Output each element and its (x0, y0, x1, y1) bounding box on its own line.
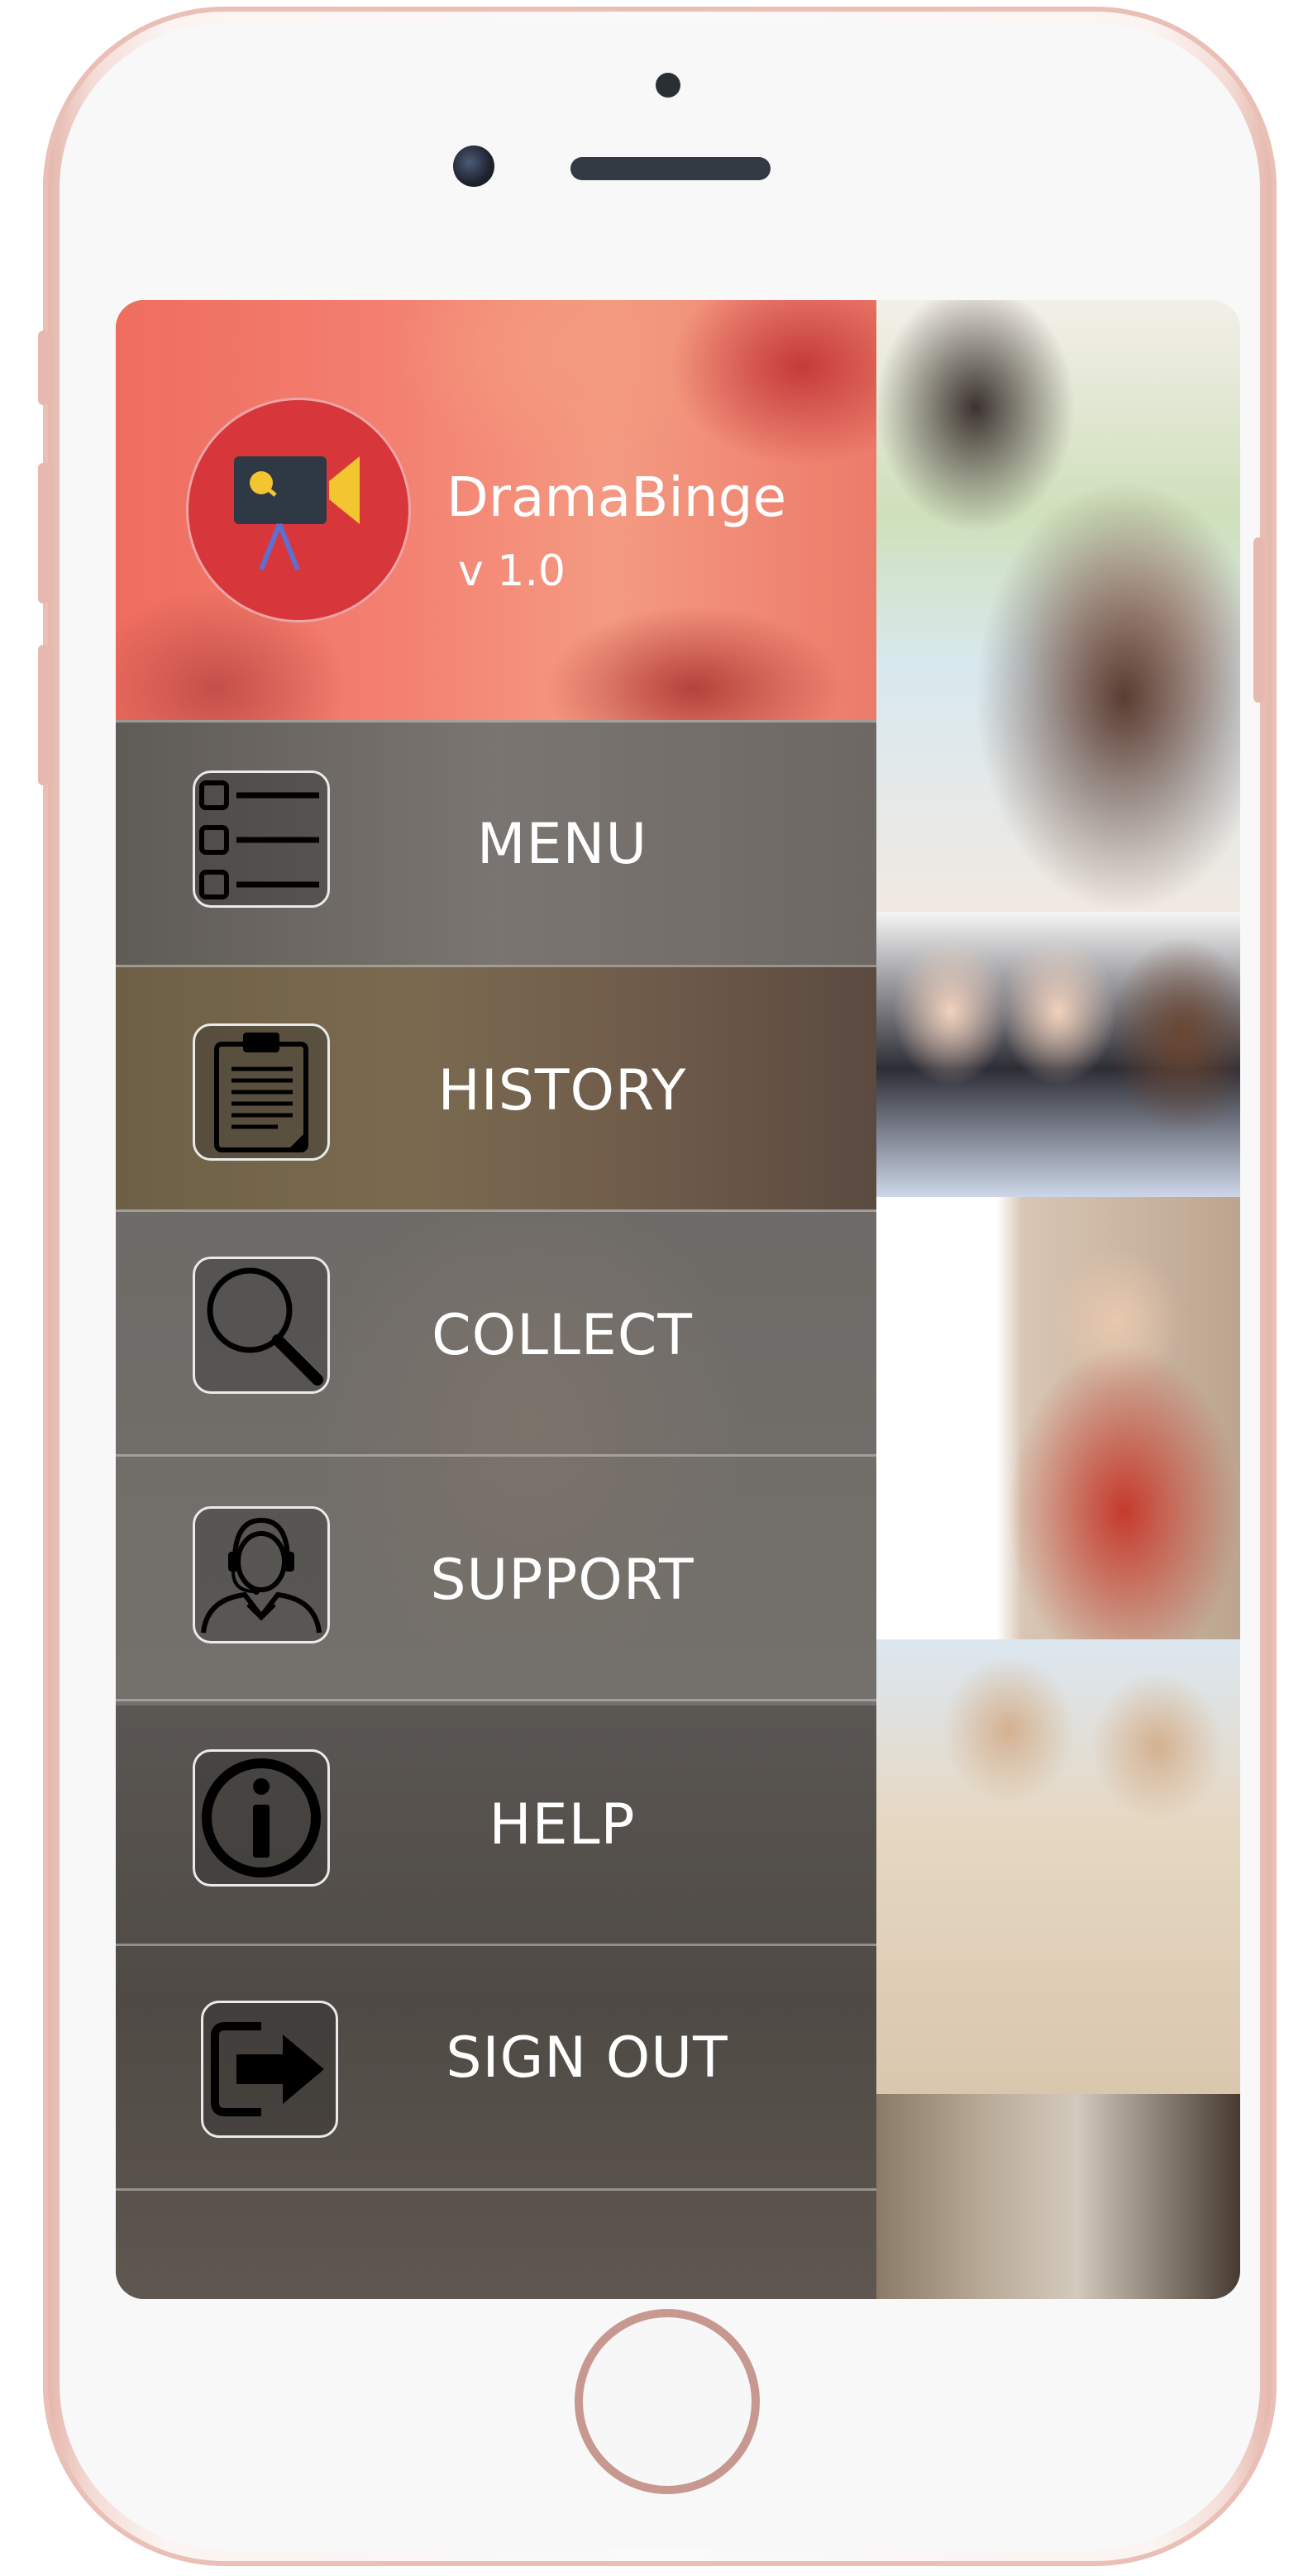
drawer-item-label: SIGN OUT (446, 2025, 728, 2091)
video-camera-icon (234, 456, 360, 571)
info-icon (193, 1749, 330, 1887)
navigation-drawer: DramaBinge v 1.0 MENU HISTORY COLLECT SU… (116, 300, 876, 2299)
drawer-item-label: HELP (489, 1792, 636, 1858)
support-agent-icon (193, 1506, 330, 1643)
drawer-item-sign-out[interactable]: SIGN OUT (116, 1944, 876, 2188)
earpiece-speaker (570, 157, 771, 180)
phone-side-button (38, 331, 50, 405)
background-photo (876, 300, 1240, 912)
app-version: v 1.0 (458, 546, 566, 596)
drawer-item-history[interactable]: HISTORY (116, 965, 876, 1209)
drawer-item-menu[interactable]: MENU (116, 720, 876, 965)
background-photo (876, 1197, 1240, 1639)
drawer-item-label: HISTORY (437, 1058, 687, 1123)
drawer-item-collect[interactable]: COLLECT (116, 1209, 876, 1454)
drawer-item-label: SUPPORT (430, 1548, 694, 1613)
clipboard-icon (193, 1023, 330, 1161)
drawer-item-label: COLLECT (432, 1303, 693, 1368)
app-screen: DramaBinge v 1.0 MENU HISTORY COLLECT SU… (116, 300, 1240, 2299)
magnifier-icon (193, 1257, 330, 1394)
phone-volume-down-button (38, 645, 50, 785)
drawer-header: DramaBinge v 1.0 (116, 300, 876, 720)
drawer-item-help[interactable]: HELP (116, 1699, 876, 1944)
phone-volume-up-button (38, 463, 50, 603)
background-photo (876, 2094, 1240, 2299)
drawer-divider (116, 2188, 876, 2299)
proximity-sensor (656, 73, 680, 98)
drawer-item-support[interactable]: SUPPORT (116, 1454, 876, 1699)
app-name: DramaBinge (446, 465, 787, 529)
app-logo (186, 398, 411, 623)
list-icon (193, 770, 330, 908)
phone-power-button (1253, 537, 1265, 703)
background-photo (876, 1639, 1240, 2094)
drawer-item-label: MENU (476, 812, 648, 877)
sign-out-arrow-icon (201, 2001, 338, 2138)
background-photo (876, 912, 1240, 1197)
front-camera (453, 145, 494, 187)
home-button[interactable] (575, 2309, 760, 2494)
